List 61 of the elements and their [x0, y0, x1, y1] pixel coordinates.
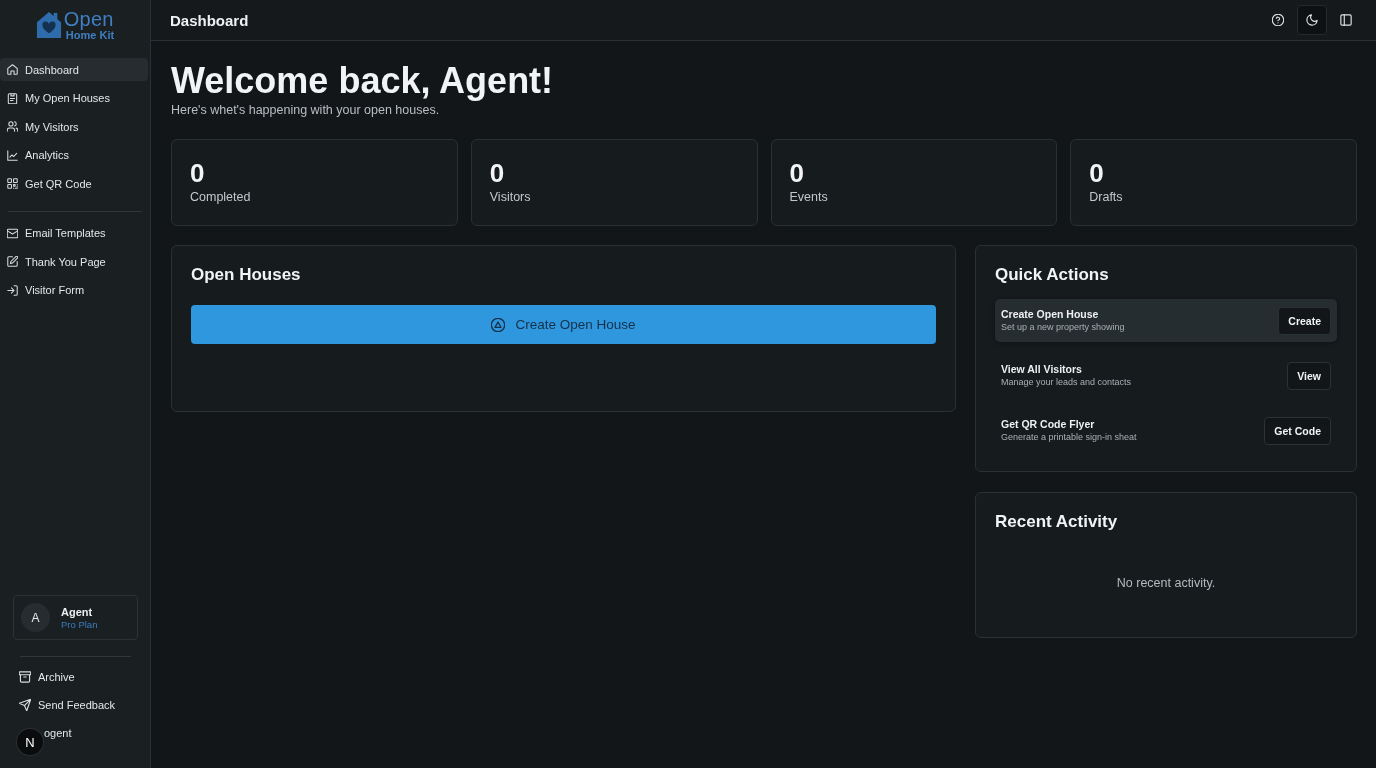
sidebar-footer-link[interactable]: Send Feedback: [0, 691, 124, 719]
stat-label: Events: [789, 189, 829, 205]
stat-value: 0: [789, 158, 805, 188]
user-name: Agent: [61, 604, 94, 619]
sidebar-nav-item[interactable]: Email Templates: [0, 221, 148, 245]
stat-value: 0: [190, 158, 206, 188]
pen-square-icon: [7, 256, 18, 267]
quick-action-item[interactable]: Get QR Code Flyer Generate a printable sign-in sheat Get Code: [995, 409, 1337, 452]
user-plan: Pro Plan: [61, 618, 98, 631]
stat-value: 0: [489, 158, 506, 188]
sidebar-footer-link[interactable]: Archive: [0, 663, 83, 691]
card-title: Open Houses: [191, 264, 302, 286]
help-icon: [1272, 14, 1284, 26]
sidebar-nav-item[interactable]: Visitor Form: [0, 278, 148, 302]
house-logo-icon: [35, 11, 62, 39]
sidebar-panel-icon: [1340, 14, 1352, 26]
quick-action-button[interactable]: View: [1287, 361, 1331, 390]
sidebar-nav-item[interactable]: My Visitors: [0, 115, 148, 138]
logo-subtitle: Home Kit: [65, 29, 115, 41]
stat-value: 0: [1089, 158, 1105, 188]
sidebar-nav-item[interactable]: Dashboard: [0, 58, 148, 81]
card-title: Quick Actions: [995, 264, 1110, 286]
stat-label: Drafts: [1089, 189, 1124, 205]
users-icon: [7, 121, 18, 132]
dev-badge[interactable]: N: [17, 729, 43, 755]
circle-triangle-icon: [491, 317, 506, 332]
quick-action-description: Manage your leads and contacts: [1001, 375, 1132, 389]
avatar: A: [21, 603, 50, 632]
sidebar-nav-item[interactable]: My Open Houses: [0, 86, 148, 110]
quick-action-button[interactable]: Get Code: [1264, 416, 1331, 445]
stat-label: Visitors: [489, 189, 532, 205]
qr-code-icon: [7, 178, 18, 189]
mail-icon: [7, 227, 18, 239]
empty-message: No recent activity.: [1115, 576, 1217, 590]
sidebar-nav-item[interactable]: Thank You Page: [0, 250, 148, 273]
stat-label: Completed: [190, 189, 252, 205]
welcome-heading: Welcome back, Agent!: [171, 61, 555, 101]
quick-action-item[interactable]: Create Open House Set up a new property showing Create: [995, 299, 1337, 342]
quick-action-title: View All Visitors: [1001, 362, 1083, 376]
user-card[interactable]: A Agent Pro Plan: [13, 595, 138, 640]
quick-action-item[interactable]: View All Visitors Manage your leads and contacts View: [995, 354, 1337, 397]
quick-action-description: Set up a new property showing: [1001, 320, 1125, 334]
quick-action-title: Create Open House: [1001, 307, 1100, 321]
sidebar-nav-item[interactable]: Analytics: [0, 143, 148, 167]
welcome-subtitle: Here's whet's happening with your open houses.: [171, 102, 441, 118]
sign-in-arrow-icon: [7, 284, 18, 296]
moon-icon: [1306, 14, 1318, 26]
quick-action-button[interactable]: Create: [1278, 306, 1331, 335]
clipboard-icon: [7, 92, 18, 104]
page-title: Dashboard: [170, 11, 249, 29]
home-icon: [7, 64, 18, 75]
moon-button[interactable]: [1297, 5, 1327, 35]
card-title: Recent Activity: [995, 511, 1119, 533]
quick-action-description: Generate a printable sign-in sheat: [1001, 430, 1137, 444]
line-chart-icon: [7, 149, 18, 161]
send-icon: [19, 699, 31, 711]
quick-action-title: Get QR Code Flyer: [1001, 417, 1096, 431]
sidebar-nav-item[interactable]: Get QR Code: [0, 172, 148, 195]
archive-box-icon: [19, 671, 31, 683]
create-open-house-button[interactable]: Create Open House: [191, 305, 936, 344]
sidebar-footer-link[interactable]: ogent: [44, 719, 80, 747]
